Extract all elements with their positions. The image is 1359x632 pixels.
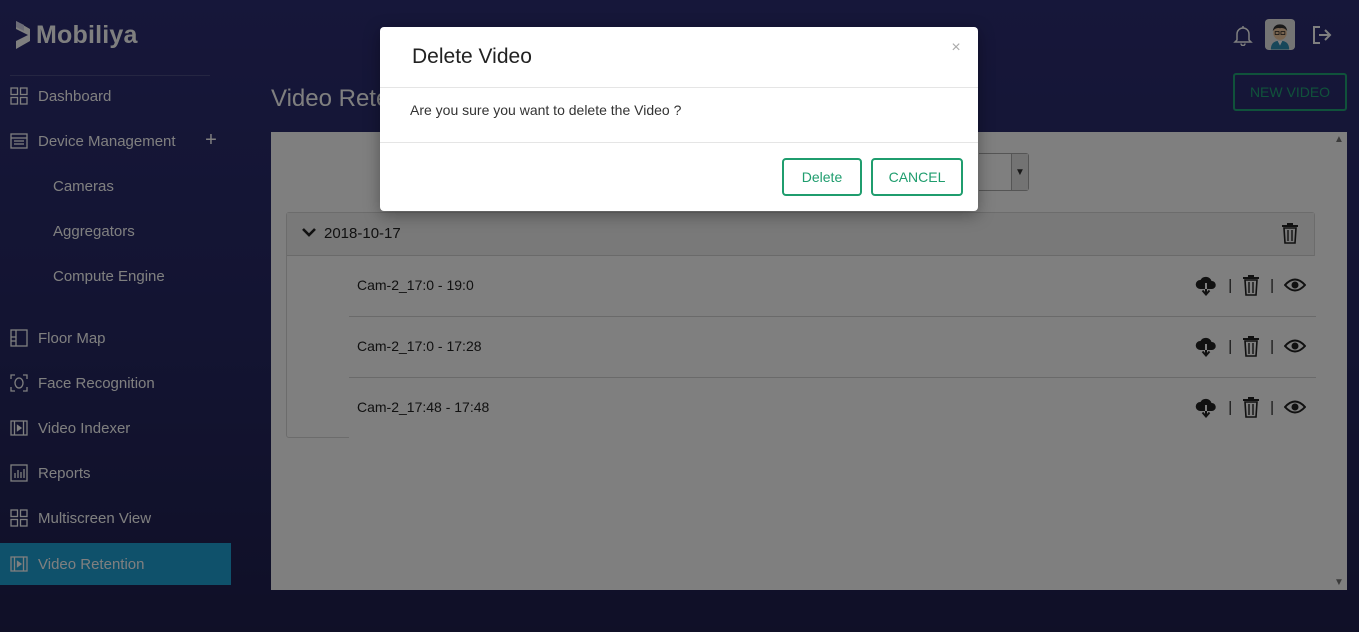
cancel-button[interactable]: CANCEL: [871, 158, 963, 196]
dialog-header: Delete Video ×: [380, 27, 978, 88]
dialog-message: Are you sure you want to delete the Vide…: [410, 102, 682, 118]
dialog-title: Delete Video: [412, 45, 532, 68]
close-icon[interactable]: ×: [948, 40, 964, 56]
dialog-body: Are you sure you want to delete the Vide…: [380, 88, 978, 143]
delete-button[interactable]: Delete: [782, 158, 862, 196]
delete-video-dialog: Delete Video × Are you sure you want to …: [380, 27, 978, 211]
